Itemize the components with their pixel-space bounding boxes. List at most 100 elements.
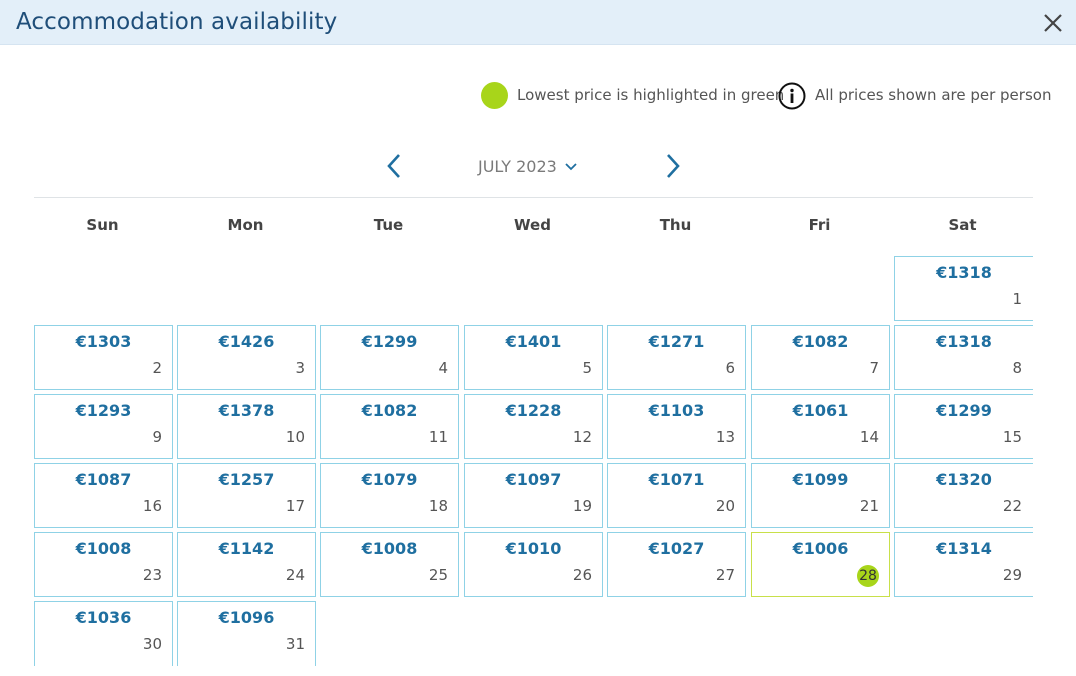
day-number: 17 xyxy=(285,497,305,515)
day-cell-9[interactable]: €1293 9 xyxy=(34,394,173,459)
modal-header: Accommodation availability xyxy=(0,0,1076,45)
day-price: €1142 xyxy=(218,539,275,558)
day-cell-17[interactable]: €1257 17 xyxy=(177,463,316,528)
day-number: 31 xyxy=(285,635,305,653)
day-cell-5[interactable]: €1401 5 xyxy=(464,325,603,390)
previous-month-button[interactable] xyxy=(383,152,405,180)
day-price: €1087 xyxy=(75,470,132,489)
day-cell-6[interactable]: €1271 6 xyxy=(607,325,746,390)
day-price: €1027 xyxy=(648,539,705,558)
day-cell-31[interactable]: €1096 31 xyxy=(177,601,316,666)
day-price: €1079 xyxy=(361,470,418,489)
day-price: €1257 xyxy=(218,470,275,489)
day-cell-16[interactable]: €1087 16 xyxy=(34,463,173,528)
day-number: 27 xyxy=(715,566,735,584)
day-cell-4[interactable]: €1299 4 xyxy=(320,325,459,390)
day-number: 29 xyxy=(1002,566,1022,584)
lowest-price-day-number: 28 xyxy=(857,565,879,587)
day-cell-1[interactable]: €1318 1 xyxy=(894,256,1033,321)
day-cell-22[interactable]: €1320 22 xyxy=(894,463,1033,528)
day-cell-10[interactable]: €1378 10 xyxy=(177,394,316,459)
day-cell-12[interactable]: €1228 12 xyxy=(464,394,603,459)
month-label: JULY 2023 xyxy=(478,157,557,176)
day-price: €1103 xyxy=(648,401,705,420)
day-cell-7[interactable]: €1082 7 xyxy=(751,325,890,390)
day-number: 5 xyxy=(582,359,592,377)
day-price: €1097 xyxy=(505,470,562,489)
day-number: 24 xyxy=(285,566,305,584)
info-icon xyxy=(778,82,806,110)
day-price: €1082 xyxy=(792,332,849,351)
day-cell-23[interactable]: €1008 23 xyxy=(34,532,173,597)
day-cell-13[interactable]: €1103 13 xyxy=(607,394,746,459)
day-number: 7 xyxy=(869,359,879,377)
day-number: 4 xyxy=(438,359,448,377)
day-cell-21[interactable]: €1099 21 xyxy=(751,463,890,528)
day-price: €1401 xyxy=(505,332,562,351)
weekday-mon: Mon xyxy=(227,216,264,234)
day-price: €1271 xyxy=(648,332,705,351)
day-cell-19[interactable]: €1097 19 xyxy=(464,463,603,528)
day-cell-15[interactable]: €1299 15 xyxy=(894,394,1033,459)
month-dropdown[interactable]: JULY 2023 xyxy=(478,157,577,176)
day-price: €1318 xyxy=(936,263,992,282)
day-cell-18[interactable]: €1079 18 xyxy=(320,463,459,528)
day-cell-11[interactable]: €1082 11 xyxy=(320,394,459,459)
day-number: 21 xyxy=(859,497,879,515)
day-price: €1010 xyxy=(505,539,562,558)
day-cell-20[interactable]: €1071 20 xyxy=(607,463,746,528)
day-price: €1071 xyxy=(648,470,705,489)
day-cell-2[interactable]: €1303 2 xyxy=(34,325,173,390)
per-person-legend: All prices shown are per person xyxy=(815,86,1052,104)
day-number: 15 xyxy=(1002,428,1022,446)
day-cell-27[interactable]: €1027 27 xyxy=(607,532,746,597)
day-number: 30 xyxy=(142,635,162,653)
day-cell-25[interactable]: €1008 25 xyxy=(320,532,459,597)
day-number: 23 xyxy=(142,566,162,584)
day-number: 18 xyxy=(428,497,448,515)
weekday-sun: Sun xyxy=(86,216,119,234)
day-price: €1061 xyxy=(792,401,849,420)
day-number: 20 xyxy=(715,497,735,515)
day-number: 6 xyxy=(725,359,735,377)
day-number: 8 xyxy=(1012,359,1022,377)
close-icon[interactable] xyxy=(1040,10,1066,36)
day-price: €1036 xyxy=(75,608,132,627)
day-cell-14[interactable]: €1061 14 xyxy=(751,394,890,459)
day-price: €1299 xyxy=(936,401,992,420)
lowest-price-legend: Lowest price is highlighted in green xyxy=(517,86,785,104)
day-number: 16 xyxy=(142,497,162,515)
day-price: €1318 xyxy=(936,332,992,351)
day-cell-29[interactable]: €1314 29 xyxy=(894,532,1033,597)
day-number: 25 xyxy=(428,566,448,584)
day-cell-8[interactable]: €1318 8 xyxy=(894,325,1033,390)
weekday-wed: Wed xyxy=(514,216,551,234)
day-number: 12 xyxy=(572,428,592,446)
day-number: 22 xyxy=(1002,497,1022,515)
day-price: €1293 xyxy=(75,401,132,420)
day-number: 19 xyxy=(572,497,592,515)
day-number: 11 xyxy=(428,428,448,446)
day-price: €1299 xyxy=(361,332,418,351)
weekday-fri: Fri xyxy=(808,216,831,234)
day-cell-26[interactable]: €1010 26 xyxy=(464,532,603,597)
day-number: 3 xyxy=(295,359,305,377)
next-month-button[interactable] xyxy=(662,152,684,180)
day-number: 10 xyxy=(285,428,305,446)
day-cell-24[interactable]: €1142 24 xyxy=(177,532,316,597)
day-number: 14 xyxy=(859,428,879,446)
day-price: €1320 xyxy=(936,470,992,489)
day-price: €1096 xyxy=(218,608,275,627)
day-price: €1099 xyxy=(792,470,849,489)
weekday-thu: Thu xyxy=(659,216,692,234)
day-number: 13 xyxy=(715,428,735,446)
day-number: 9 xyxy=(152,428,162,446)
modal-title: Accommodation availability xyxy=(16,9,338,35)
weekday-sat: Sat xyxy=(948,216,977,234)
day-cell-28[interactable]: €1006 28 xyxy=(751,532,890,597)
day-cell-30[interactable]: €1036 30 xyxy=(34,601,173,666)
day-cell-3[interactable]: €1426 3 xyxy=(177,325,316,390)
chevron-down-icon xyxy=(565,162,577,170)
day-price: €1303 xyxy=(75,332,132,351)
weekday-tue: Tue xyxy=(373,216,404,234)
